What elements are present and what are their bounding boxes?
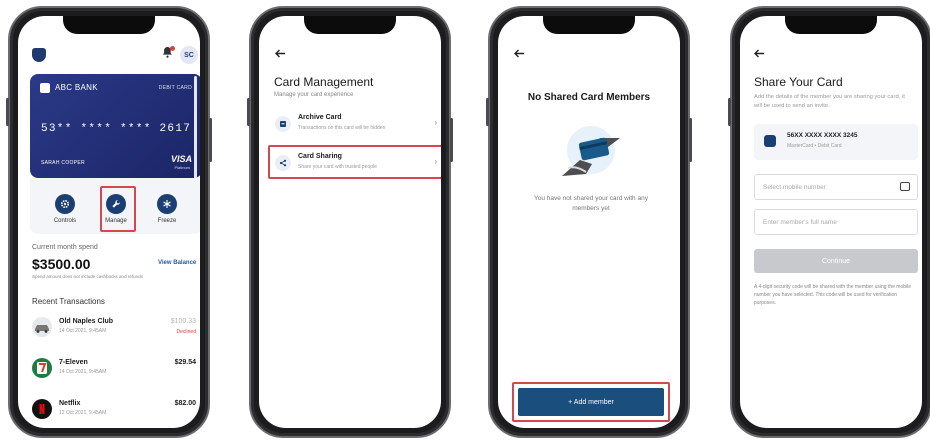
shared-members-screen: No Shared Card Members You have not shar… [498, 16, 680, 428]
spend-note: Spend amount does not include cashbacks … [32, 274, 143, 279]
back-arrow-icon[interactable] [275, 46, 286, 61]
avatar[interactable]: SC [180, 46, 198, 64]
option-description: Transactions on this card will be hidden [298, 125, 386, 131]
page-title: Share Your Card [754, 75, 843, 89]
phone-card-management: Card Management Manage your card experie… [247, 6, 453, 438]
security-code-note: A 4-digit security code will be shared w… [754, 284, 912, 306]
transaction-amount: $82.00 [174, 400, 196, 407]
back-arrow-icon[interactable] [514, 46, 525, 61]
bank-logo [32, 48, 46, 62]
chevron-right-icon: › [434, 118, 437, 127]
back-arrow-icon[interactable] [754, 46, 765, 61]
spend-amount: $3500.00 [32, 256, 91, 272]
transaction-name: 7-Eleven [59, 359, 88, 366]
netflix-logo [32, 399, 52, 419]
card-holder: SARAH COOPER [41, 160, 85, 166]
option-title: Archive Card [298, 114, 342, 121]
view-balance-link[interactable]: View Balance [158, 260, 196, 266]
transaction-name: Netflix [59, 400, 81, 407]
transaction-row[interactable]: 7-Eleven 14 Oct 2021, 9:45AM $29.54 [32, 356, 200, 384]
transaction-date: 12 Oct 2021, 9:45AM [59, 410, 107, 416]
card-number: 56XX XXXX XXXX 3245 [787, 132, 858, 139]
phone-share-card: Share Your Card Add the details of the m… [728, 6, 930, 438]
scrollbar[interactable] [194, 76, 197, 186]
phone-notch [63, 16, 155, 34]
volume-button [247, 98, 250, 126]
transaction-row[interactable]: Netflix 12 Oct 2021, 9:45AM $82.00 [32, 397, 200, 425]
selected-card: 56XX XXXX XXXX 3245 MasterCard • Debit C… [754, 124, 918, 160]
transaction-date: 14 Oct 2021, 9:45AM [59, 328, 107, 334]
transaction-date: 14 Oct 2021, 9:45AM [59, 369, 107, 375]
phone-home: SC ABC BANK DEBIT CARD 53** **** **** 26… [6, 6, 212, 438]
home-screen: SC ABC BANK DEBIT CARD 53** **** **** 26… [18, 16, 200, 428]
bank-card-logo-icon [40, 83, 50, 93]
archive-card-option[interactable]: Archive Card Transactions on this card w… [269, 108, 441, 140]
volume-button [728, 98, 731, 126]
card-sharing-highlight-box [268, 145, 441, 179]
recent-transactions-heading: Recent Transactions [32, 297, 105, 306]
debit-card[interactable]: ABC BANK DEBIT CARD 53** **** **** 2617 … [30, 74, 200, 178]
share-card-screen: Share Your Card Add the details of the m… [740, 16, 922, 428]
add-member-highlight-box [512, 382, 670, 422]
freeze-label: Freeze [157, 218, 177, 224]
mobile-number-placeholder: Select mobile number [763, 184, 826, 191]
phone-shared-members: No Shared Card Members You have not shar… [486, 6, 692, 438]
page-title: Card Management [274, 75, 374, 89]
empty-state-message: You have not shared your card with any m… [534, 195, 648, 212]
contacts-icon[interactable] [900, 182, 910, 191]
mobile-number-field[interactable]: Select mobile number [754, 174, 918, 200]
controls-button[interactable]: Controls [43, 194, 87, 224]
visa-logo: VISA [170, 154, 192, 164]
phone-notch [304, 16, 396, 34]
phone-notch [543, 16, 635, 34]
transaction-amount: $29.54 [174, 359, 196, 366]
power-button [689, 118, 692, 162]
volume-button [486, 98, 489, 126]
empty-state-title: No Shared Card Members [527, 92, 651, 103]
transaction-row[interactable]: Old Naples Club 14 Oct 2021, 9:45AM $100… [32, 315, 200, 343]
car-icon [32, 317, 52, 337]
card-icon [764, 135, 776, 147]
freeze-button[interactable]: Freeze [145, 194, 189, 224]
card-tier: Platinum [174, 165, 190, 170]
archive-icon [275, 116, 291, 132]
spend-label: Current month spend [32, 244, 98, 251]
transaction-name: Old Naples Club [59, 318, 114, 325]
controls-label: Controls [53, 218, 77, 224]
page-subtitle: Manage your card experience [274, 92, 354, 98]
card-bank-name: ABC BANK [55, 83, 98, 92]
manage-highlight-box [100, 186, 136, 232]
member-name-placeholder: Enter member's full name [763, 219, 837, 226]
notification-dot [170, 46, 175, 51]
card-type: DEBIT CARD [158, 85, 192, 91]
transaction-amount: $100.33 [170, 318, 196, 325]
card-management-screen: Card Management Manage your card experie… [259, 16, 441, 428]
phone-notch [785, 16, 877, 34]
power-button [209, 118, 212, 162]
page-subtitle: Add the details of the member you are sh… [754, 94, 905, 109]
app-screens-showcase: SC ABC BANK DEBIT CARD 53** **** **** 26… [0, 0, 930, 440]
card-handover-illustration [548, 120, 634, 192]
card-number: 53** **** **** 2617 [41, 123, 192, 135]
seven-eleven-logo [32, 358, 52, 378]
power-button [450, 118, 453, 162]
transaction-status: Declined [176, 329, 196, 335]
snowflake-icon [157, 194, 177, 214]
volume-button [6, 98, 9, 126]
member-name-field[interactable]: Enter member's full name [754, 209, 918, 235]
gear-icon [55, 194, 75, 214]
continue-button[interactable]: Continue [754, 249, 918, 273]
card-meta: MasterCard • Debit Card [787, 143, 842, 149]
